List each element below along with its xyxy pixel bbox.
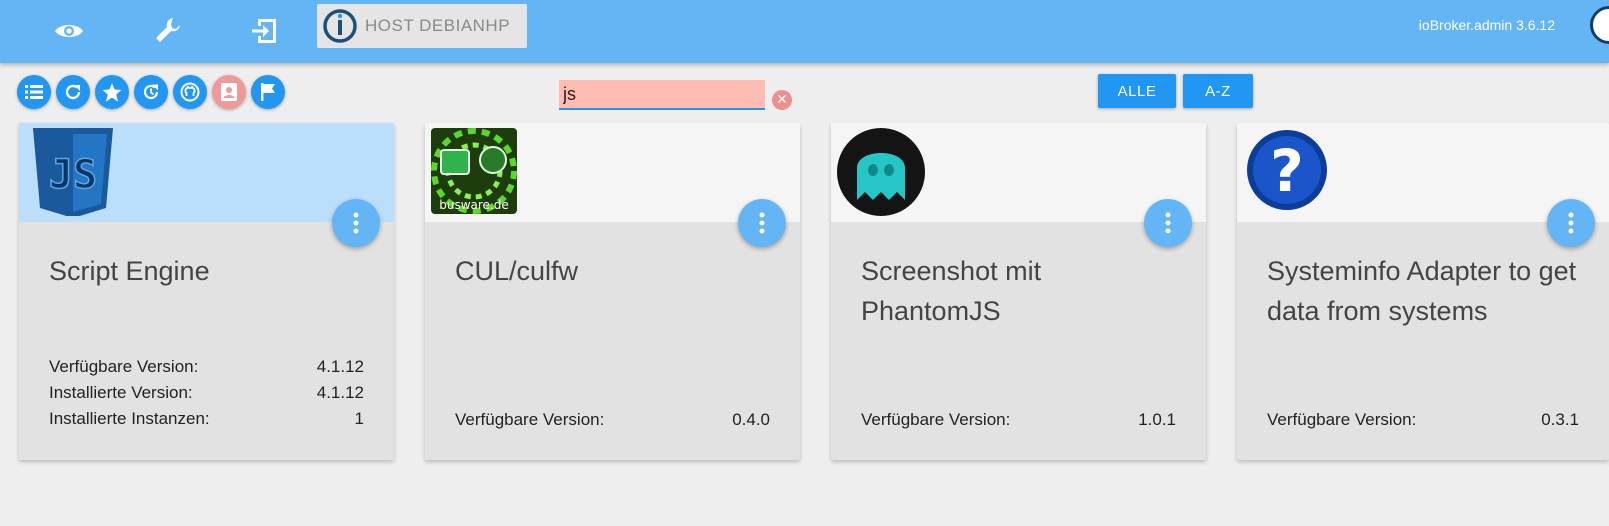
host-name: HOST DEBIANHP — [365, 16, 511, 35]
refresh-icon[interactable] — [56, 75, 90, 109]
info-row: Installierte Instanzen: 1 — [49, 409, 364, 435]
info-row: Installierte Version: 4.1.12 — [49, 383, 364, 409]
info-label: Verfügbare Version: — [49, 357, 199, 376]
all-filter-button[interactable]: ALLE — [1098, 74, 1176, 108]
avatar[interactable] — [1590, 6, 1609, 44]
info-label: Installierte Version: — [49, 383, 193, 402]
info-value: 4.1.12 — [316, 383, 364, 402]
svg-text:JS: JS — [49, 152, 97, 198]
info-value: 1.0.1 — [1138, 410, 1176, 429]
info-value: 4.1.12 — [316, 357, 364, 376]
info-value: 1 — [354, 409, 364, 428]
info-row: Verfügbare Version: 1.0.1 — [861, 410, 1176, 436]
list-icon[interactable] — [17, 75, 51, 109]
search-input[interactable] — [559, 80, 765, 110]
host-selector[interactable]: HOST DEBIANHP — [317, 4, 527, 48]
flag-icon[interactable] — [251, 75, 285, 109]
info-label: Verfügbare Version: — [861, 410, 1011, 429]
card-menu-button[interactable] — [1144, 199, 1192, 247]
info-value: 0.3.1 — [1541, 410, 1579, 429]
sort-az-button[interactable]: A-Z — [1183, 74, 1253, 108]
adapter-card-cul[interactable]: busware.de CUL/culfw Verfügbare Version:… — [425, 123, 800, 460]
adapter-card-javascript[interactable]: JS Script Engine Verfügbare Version: 4.1… — [19, 123, 394, 460]
javascript-logo-icon: JS — [33, 128, 113, 216]
card-title: Script Engine — [49, 256, 210, 286]
wrench-icon[interactable] — [145, 8, 191, 54]
busware-logo-icon: busware.de — [431, 128, 517, 214]
card-title: CUL/culfw — [455, 256, 579, 286]
card-menu-button[interactable] — [1547, 199, 1595, 247]
info-label: Verfügbare Version: — [455, 410, 605, 429]
info-row: Verfügbare Version: 0.3.1 — [1267, 410, 1579, 436]
adapter-card-systeminfo[interactable]: ? Systeminfo Adapter to get data from sy… — [1237, 123, 1609, 460]
clear-search-icon[interactable]: ✕ — [772, 90, 792, 110]
iobroker-logo-icon — [323, 9, 357, 43]
star-icon[interactable] — [95, 75, 129, 109]
info-row: Verfügbare Version: 0.4.0 — [455, 410, 770, 436]
contact-icon[interactable] — [212, 75, 246, 109]
svg-text:?: ? — [1270, 137, 1304, 205]
card-menu-button[interactable] — [332, 199, 380, 247]
github-icon[interactable] — [173, 75, 207, 109]
info-value: 0.4.0 — [732, 410, 770, 429]
update-icon[interactable] — [134, 75, 168, 109]
card-title: Systeminfo Adapter to get data from syst… — [1267, 256, 1577, 326]
question-mark-icon: ? — [1247, 130, 1327, 210]
login-icon[interactable] — [242, 8, 288, 54]
info-label: Verfügbare Version: — [1267, 410, 1417, 429]
info-label: Installierte Instanzen: — [49, 409, 210, 428]
info-row: Verfügbare Version: 4.1.12 — [49, 357, 364, 383]
eye-icon[interactable] — [46, 8, 92, 54]
card-title: Screenshot mit PhantomJS — [861, 256, 1042, 326]
adapter-card-phantomjs[interactable]: Screenshot mit PhantomJS Verfügbare Vers… — [831, 123, 1206, 460]
top-bar: HOST DEBIANHP ioBroker.admin 3.6.12 — [0, 0, 1609, 63]
busware-logo-text: busware.de — [439, 198, 509, 212]
ghost-logo-icon — [837, 128, 925, 216]
admin-version-label: ioBroker.admin 3.6.12 — [1418, 17, 1555, 33]
card-menu-button[interactable] — [738, 199, 786, 247]
